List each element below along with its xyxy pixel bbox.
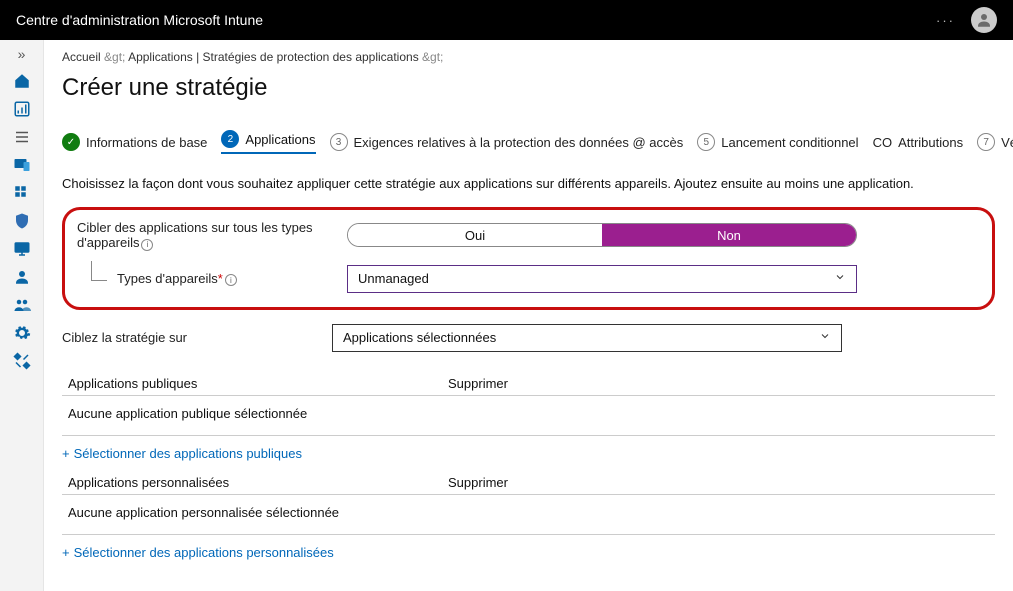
tenant-admin-icon[interactable]	[13, 324, 31, 342]
sidebar: »	[0, 40, 44, 591]
row-target-all-device-types: Cibler des applications sur tous les typ…	[77, 220, 980, 251]
admin-center-title: Centre d'administration Microsoft Intune	[16, 12, 263, 28]
select-device-types[interactable]: Unmanaged	[347, 265, 857, 293]
intro-text: Choisissez la façon dont vous souhaitez …	[62, 176, 995, 191]
troubleshoot-icon[interactable]	[13, 352, 31, 370]
person-icon	[975, 11, 993, 29]
row-device-types: Types d'appareils*i Unmanaged	[77, 265, 980, 293]
shield-icon[interactable]	[13, 212, 31, 230]
wizard-steps: ✓ Informations de base 2 Applications 3 …	[62, 130, 995, 154]
main-content: Accueil &gt; Applications | Stratégies d…	[44, 40, 1013, 591]
step-applications[interactable]: 2 Applications	[221, 130, 315, 154]
page-title: Créer une stratégie	[62, 74, 995, 102]
custom-apps-header: Applications personnalisées Supprimer	[62, 465, 995, 495]
step-assignments[interactable]: CO Attributions	[873, 135, 964, 150]
topbar: Centre d'administration Microsoft Intune…	[0, 0, 1013, 40]
toggle-target-all: Oui Non	[347, 223, 857, 247]
breadcrumb: Accueil &gt; Applications | Stratégies d…	[62, 50, 995, 64]
layout: » Accueil &gt; Applications | Stratégies…	[0, 40, 1013, 591]
devices-icon[interactable]	[13, 156, 31, 174]
info-icon[interactable]: i	[141, 239, 153, 251]
add-public-apps-link[interactable]: +Sélectionner des applications publiques	[62, 436, 302, 465]
dashboard-icon[interactable]	[13, 100, 31, 118]
highlight-box: Cibler des applications sur tous les typ…	[62, 207, 995, 310]
breadcrumb-apps[interactable]: Applications | Stratégies de protection …	[128, 50, 419, 64]
row-target-policy: Ciblez la stratégie sur Applications sél…	[62, 324, 995, 352]
select-target-policy[interactable]: Applications sélectionnées	[332, 324, 842, 352]
label-device-types: Types d'appareils*i	[77, 271, 337, 287]
toggle-no[interactable]: Non	[602, 224, 856, 246]
label-target-policy: Ciblez la stratégie sur	[62, 330, 322, 345]
list-icon[interactable]	[13, 128, 31, 146]
public-apps-label: Applications publiques	[68, 376, 448, 391]
add-custom-apps-link[interactable]: +Sélectionner des applications personnal…	[62, 535, 334, 564]
info-icon[interactable]: i	[225, 274, 237, 286]
more-icon[interactable]: ···	[936, 13, 955, 28]
step-conditional-launch[interactable]: 5 Lancement conditionnel	[697, 133, 858, 151]
toggle-yes[interactable]: Oui	[348, 224, 602, 246]
custom-apps-empty: Aucune application personnalisée sélecti…	[62, 495, 995, 535]
step-review-create[interactable]: 7 Vérifier + créer	[977, 133, 1013, 151]
custom-apps-label: Applications personnalisées	[68, 475, 448, 490]
users-icon[interactable]	[13, 268, 31, 286]
public-apps-remove-header: Supprimer	[448, 376, 508, 391]
avatar[interactable]	[971, 7, 997, 33]
public-apps-header: Applications publiques Supprimer	[62, 366, 995, 396]
breadcrumb-home[interactable]: Accueil	[62, 50, 101, 64]
connector-line	[91, 261, 107, 281]
custom-apps-remove-header: Supprimer	[448, 475, 508, 490]
home-icon[interactable]	[13, 72, 31, 90]
step-basics[interactable]: ✓ Informations de base	[62, 133, 207, 151]
chevron-down-icon	[834, 271, 846, 286]
label-target-all: Cibler des applications sur tous les typ…	[77, 220, 337, 251]
check-icon: ✓	[62, 133, 80, 151]
step-data-protection[interactable]: 3 Exigences relatives à la protection de…	[330, 133, 684, 151]
topbar-right: ···	[936, 7, 997, 33]
reports-icon[interactable]	[13, 240, 31, 258]
plus-icon: +	[62, 545, 70, 560]
chevron-down-icon	[819, 330, 831, 345]
expand-icon[interactable]: »	[18, 46, 26, 62]
plus-icon: +	[62, 446, 70, 461]
public-apps-empty: Aucune application publique sélectionnée	[62, 396, 995, 436]
apps-icon[interactable]	[13, 184, 31, 202]
groups-icon[interactable]	[13, 296, 31, 314]
